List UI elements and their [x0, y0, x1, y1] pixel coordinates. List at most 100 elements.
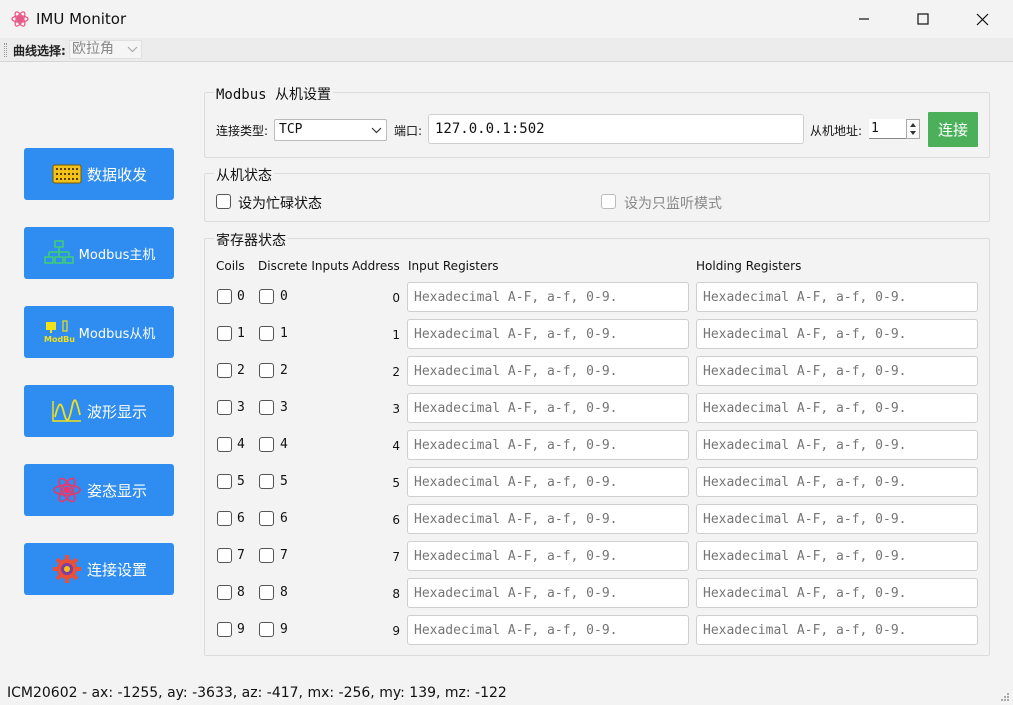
discrete-input-label: 2: [280, 363, 288, 378]
input-register-field[interactable]: [407, 356, 689, 386]
coil-label: 4: [237, 437, 245, 452]
gear-icon: [52, 555, 81, 583]
coil-label: 0: [237, 289, 245, 304]
coil-label: 5: [237, 474, 245, 489]
input-register-field[interactable]: [407, 430, 689, 460]
input-register-field[interactable]: [407, 393, 689, 423]
coil-label: 1: [237, 326, 245, 341]
nav-modbus-master-button[interactable]: Modbus主机: [24, 227, 174, 279]
discrete-input-checkbox[interactable]: [259, 363, 274, 378]
nav-label: 姿态显示: [86, 481, 147, 500]
svg-text:ModBus: ModBus: [44, 335, 75, 344]
maximize-icon: [917, 13, 929, 25]
coil-label: 8: [237, 585, 245, 600]
input-register-field[interactable]: [407, 319, 689, 349]
spin-up-down-icon: [910, 123, 916, 135]
nav-label: 数据收发: [86, 165, 147, 184]
listen-only-checkbox[interactable]: [601, 194, 616, 209]
connect-button[interactable]: 连接: [928, 112, 978, 147]
discrete-input-checkbox[interactable]: [259, 289, 274, 304]
resize-grip-icon[interactable]: [1000, 692, 1010, 702]
input-register-field[interactable]: [407, 615, 689, 645]
chevron-down-icon: [127, 46, 138, 53]
chevron-down-icon: [371, 127, 382, 134]
atom-icon: [53, 477, 81, 503]
nav-modbus-slave-button[interactable]: ModBus Modbus从机: [24, 306, 174, 358]
coil-checkbox[interactable]: [217, 400, 232, 415]
maximize-button[interactable]: [894, 0, 952, 38]
register-address: 4: [392, 439, 400, 453]
coil-checkbox[interactable]: [217, 437, 232, 452]
slave-state-title: 从机状态: [214, 165, 274, 185]
network-tree-icon: [43, 240, 74, 264]
coil-label: 2: [237, 363, 245, 378]
coil-checkbox[interactable]: [217, 289, 232, 304]
register-address: 6: [392, 513, 400, 527]
discrete-input-label: 8: [280, 585, 288, 600]
minimize-button[interactable]: [835, 0, 893, 38]
holding-register-field[interactable]: [696, 615, 978, 645]
curve-select-value: 欧拉角: [72, 41, 114, 57]
conn-type-select[interactable]: TCP: [274, 119, 387, 141]
coil-checkbox[interactable]: [217, 326, 232, 341]
register-address: 2: [392, 365, 400, 379]
holding-register-field[interactable]: [696, 578, 978, 608]
discrete-input-label: 3: [280, 400, 288, 415]
discrete-input-checkbox[interactable]: [259, 326, 274, 341]
nav-attitude-button[interactable]: 姿态显示: [24, 464, 174, 516]
modbus-device-icon: ModBus: [44, 320, 75, 344]
coil-checkbox[interactable]: [217, 363, 232, 378]
conn-type-value: TCP: [279, 122, 303, 137]
holding-register-field[interactable]: [696, 282, 978, 312]
register-address: 8: [392, 587, 400, 601]
register-address: 5: [392, 476, 400, 490]
coil-checkbox[interactable]: [217, 548, 232, 563]
register-address: 0: [392, 291, 400, 305]
busy-checkbox[interactable]: [216, 194, 231, 209]
holding-register-field[interactable]: [696, 356, 978, 386]
port-input[interactable]: [428, 114, 804, 144]
discrete-input-checkbox[interactable]: [259, 548, 274, 563]
discrete-input-checkbox[interactable]: [259, 437, 274, 452]
coil-checkbox[interactable]: [217, 622, 232, 637]
coil-label: 3: [237, 400, 245, 415]
discrete-input-label: 5: [280, 474, 288, 489]
slave-addr-spinbox[interactable]: 1: [869, 119, 920, 139]
nav-data-transceive-button[interactable]: 数据收发: [24, 148, 174, 200]
holding-register-field[interactable]: [696, 541, 978, 571]
waveform-icon: [52, 399, 81, 422]
input-register-field[interactable]: [407, 282, 689, 312]
discrete-input-checkbox[interactable]: [259, 622, 274, 637]
holding-register-field[interactable]: [696, 430, 978, 460]
discrete-input-checkbox[interactable]: [259, 400, 274, 415]
discrete-input-checkbox[interactable]: [259, 585, 274, 600]
holding-register-field[interactable]: [696, 319, 978, 349]
status-text: ICM20602 - ax: -1255, ay: -3633, az: -41…: [7, 685, 507, 701]
toolbar-grip[interactable]: [4, 43, 7, 57]
coil-checkbox[interactable]: [217, 474, 232, 489]
coil-checkbox[interactable]: [217, 511, 232, 526]
spin-arrows[interactable]: [906, 119, 920, 139]
holding-register-field[interactable]: [696, 504, 978, 534]
nav-waveform-button[interactable]: 波形显示: [24, 385, 174, 437]
input-register-field[interactable]: [407, 541, 689, 571]
discrete-input-checkbox[interactable]: [259, 511, 274, 526]
input-register-field[interactable]: [407, 578, 689, 608]
curve-select[interactable]: 欧拉角: [69, 40, 142, 59]
coil-label: 6: [237, 511, 245, 526]
discrete-input-checkbox[interactable]: [259, 474, 274, 489]
input-register-field[interactable]: [407, 504, 689, 534]
discrete-input-label: 0: [280, 289, 288, 304]
close-button[interactable]: [953, 0, 1011, 38]
holding-register-field[interactable]: [696, 467, 978, 497]
nav-connection-settings-button[interactable]: 连接设置: [24, 543, 174, 595]
minimize-icon: [859, 18, 869, 20]
holding-register-field[interactable]: [696, 393, 978, 423]
close-icon: [976, 13, 988, 25]
discrete-inputs-header: Discrete Inputs: [258, 259, 349, 273]
input-register-field[interactable]: [407, 467, 689, 497]
coil-checkbox[interactable]: [217, 585, 232, 600]
curve-select-label: 曲线选择:: [13, 44, 66, 58]
nav-label: Modbus主机: [78, 247, 156, 263]
data-board-icon: [52, 164, 82, 184]
